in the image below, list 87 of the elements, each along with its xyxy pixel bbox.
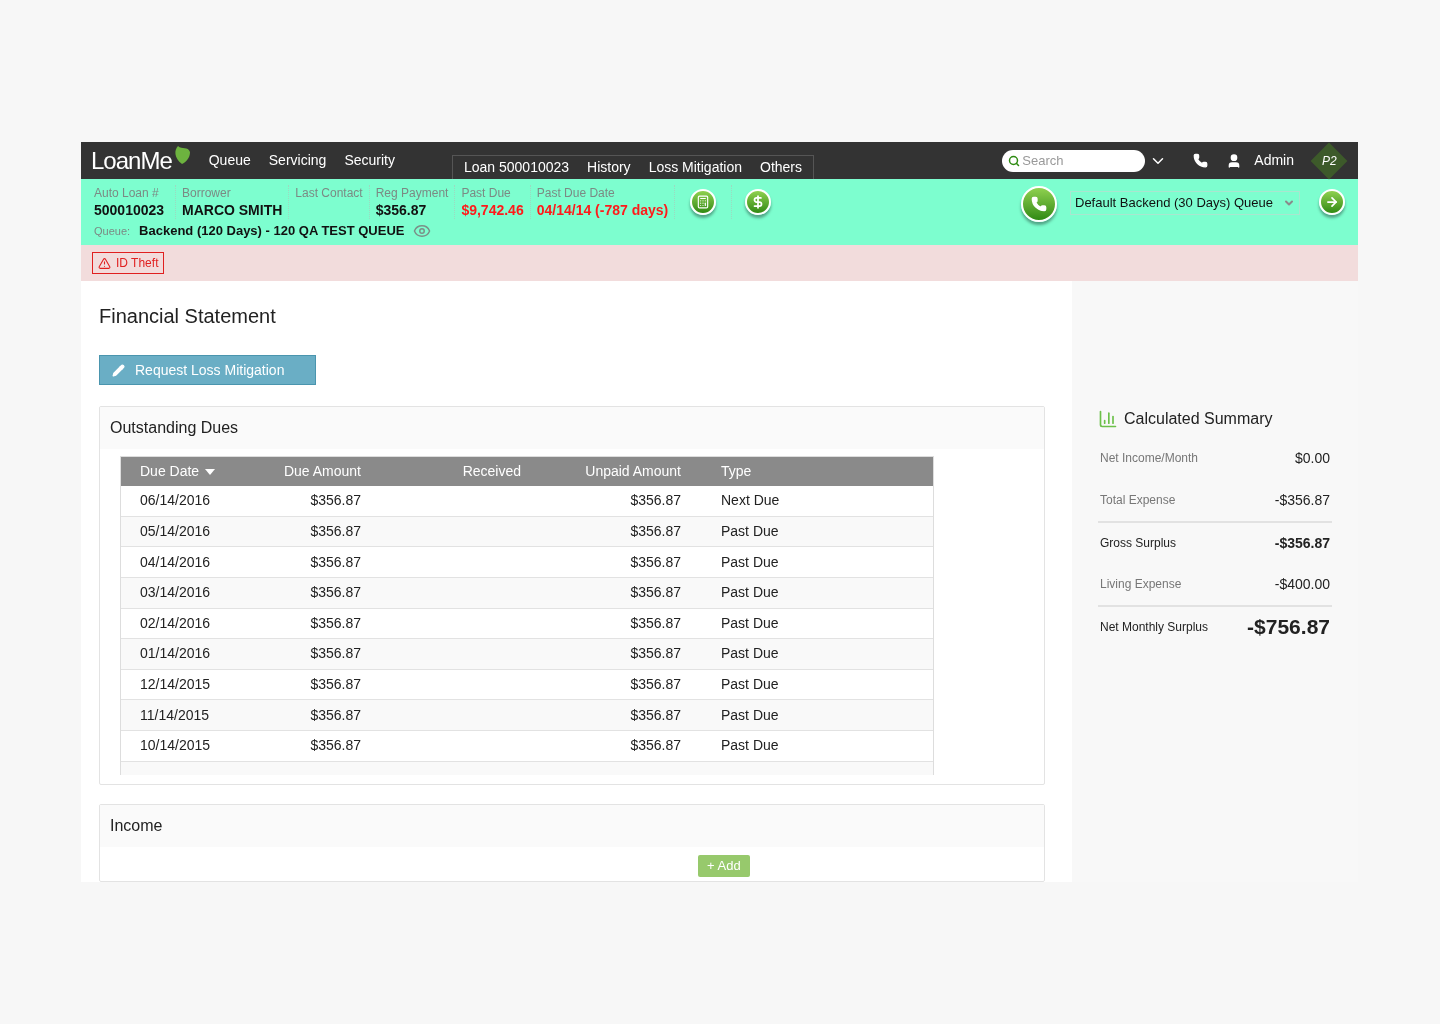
summary-title: Calculated Summary xyxy=(1124,409,1273,429)
table-cell: Past Due xyxy=(721,676,779,693)
table-cell: $356.87 xyxy=(310,676,361,693)
table-cell: 11/14/2015 xyxy=(140,706,210,723)
queue-label: Queue: xyxy=(94,223,131,239)
field-label: Reg Payment xyxy=(375,185,449,201)
field-label: Borrower xyxy=(182,185,231,201)
table-cell: $356.87 xyxy=(630,706,681,723)
table-cell: Past Due xyxy=(721,737,779,754)
summary-label: Gross Surplus xyxy=(1100,535,1177,552)
nav-link[interactable]: Servicing xyxy=(259,150,336,171)
table-cell: Past Due xyxy=(721,645,779,662)
field-value: 04/14/14 (-787 days) xyxy=(536,201,669,219)
table-cell: $356.87 xyxy=(310,737,361,754)
search-field[interactable]: Search xyxy=(1002,149,1146,172)
loan-tab[interactable]: Loan 500010023 xyxy=(454,157,579,178)
summary-label: Total Expense xyxy=(1100,492,1176,509)
table-cell: $356.87 xyxy=(310,523,361,540)
search-input[interactable]: Search xyxy=(1022,150,1133,171)
loan-tab[interactable]: Loss Mitigation xyxy=(639,157,751,178)
sort-caret-icon xyxy=(205,468,216,475)
table-cell: $356.87 xyxy=(630,645,681,662)
summary-label: Net Monthly Surplus xyxy=(1100,619,1209,636)
table-cell: $356.87 xyxy=(630,584,681,601)
queue-name: Backend (120 Days) - 120 QA TEST QUEUE xyxy=(139,222,405,240)
field-value: MARCO SMITH xyxy=(182,201,283,219)
table-cell: $356.87 xyxy=(310,645,361,662)
alert-tag[interactable]: ID Theft xyxy=(92,252,165,274)
summary-value: -$400.00 xyxy=(1274,574,1330,594)
pencil-icon xyxy=(112,363,125,377)
phone-icon[interactable] xyxy=(1193,153,1209,168)
telephone-icon[interactable] xyxy=(1021,186,1057,222)
queue-select[interactable]: Default Backend (30 Days) Queue xyxy=(1070,191,1300,215)
table-cell: $356.87 xyxy=(630,553,681,570)
table-cell: 10/14/2015 xyxy=(140,737,211,754)
loan-tab[interactable]: Others xyxy=(751,157,812,178)
loan-tab[interactable]: History xyxy=(578,157,640,178)
summary-label: Living Expense xyxy=(1100,576,1182,593)
dollar-icon[interactable] xyxy=(745,189,772,215)
summary-value: -$756.87 xyxy=(1247,614,1330,641)
table-cell: 12/14/2015 xyxy=(140,676,211,693)
table-cell: $356.87 xyxy=(630,492,681,509)
table-cell: $356.87 xyxy=(630,676,681,693)
panel-title: Income xyxy=(110,816,163,837)
summary-value: -$356.87 xyxy=(1274,533,1330,553)
field-label: Last Contact xyxy=(295,185,363,201)
search-icon xyxy=(1008,154,1021,167)
table-cell: Past Due xyxy=(721,614,779,631)
field-label: Auto Loan # xyxy=(94,185,159,201)
table-cell: Past Due xyxy=(721,706,779,723)
table-cell: $356.87 xyxy=(310,492,361,509)
table-cell: Past Due xyxy=(721,553,779,570)
table-cell: $356.87 xyxy=(310,614,361,631)
field-label: Past Due xyxy=(461,185,511,201)
table-cell: $356.87 xyxy=(310,706,361,723)
table-cell: 04/14/2016 xyxy=(140,553,211,570)
table-cell: Next Due xyxy=(721,492,780,509)
table-cell: $356.87 xyxy=(310,584,361,601)
table-cell: 06/14/2016 xyxy=(140,492,211,509)
summary-value: -$356.87 xyxy=(1274,490,1330,510)
summary-label: Net Income/Month xyxy=(1100,450,1199,467)
table-cell: $356.87 xyxy=(630,614,681,631)
calculator-icon[interactable] xyxy=(690,189,717,215)
logo[interactable]: LoanMe xyxy=(91,142,172,179)
profile-badge[interactable]: P2 xyxy=(1310,142,1348,179)
user-name[interactable]: Admin xyxy=(1254,150,1294,171)
field-label: Past Due Date xyxy=(536,185,615,201)
field-value: $356.87 xyxy=(375,201,427,219)
table-cell: $356.87 xyxy=(630,523,681,540)
arrow-right-icon[interactable] xyxy=(1319,189,1345,215)
table-cell: 03/14/2016 xyxy=(140,584,211,601)
warning-icon xyxy=(98,256,111,270)
nav-link[interactable]: Security xyxy=(335,150,404,171)
nav-link[interactable]: Queue xyxy=(199,150,260,171)
table-cell: $356.87 xyxy=(630,737,681,754)
panel-title: Outstanding Dues xyxy=(110,418,239,439)
field-value: $9,742.46 xyxy=(461,201,524,219)
summary-value: $0.00 xyxy=(1294,448,1330,468)
table-cell: Past Due xyxy=(721,523,779,540)
table-cell: $356.87 xyxy=(310,553,361,570)
table-cell: 02/14/2016 xyxy=(140,614,211,631)
field-value: 500010023 xyxy=(94,201,165,219)
bar-chart-icon xyxy=(1098,409,1118,429)
page-title: Financial Statement xyxy=(99,304,277,329)
table-cell: 05/14/2016 xyxy=(140,523,211,540)
table-cell: 01/14/2016 xyxy=(140,645,211,662)
table-cell: Past Due xyxy=(721,584,779,601)
